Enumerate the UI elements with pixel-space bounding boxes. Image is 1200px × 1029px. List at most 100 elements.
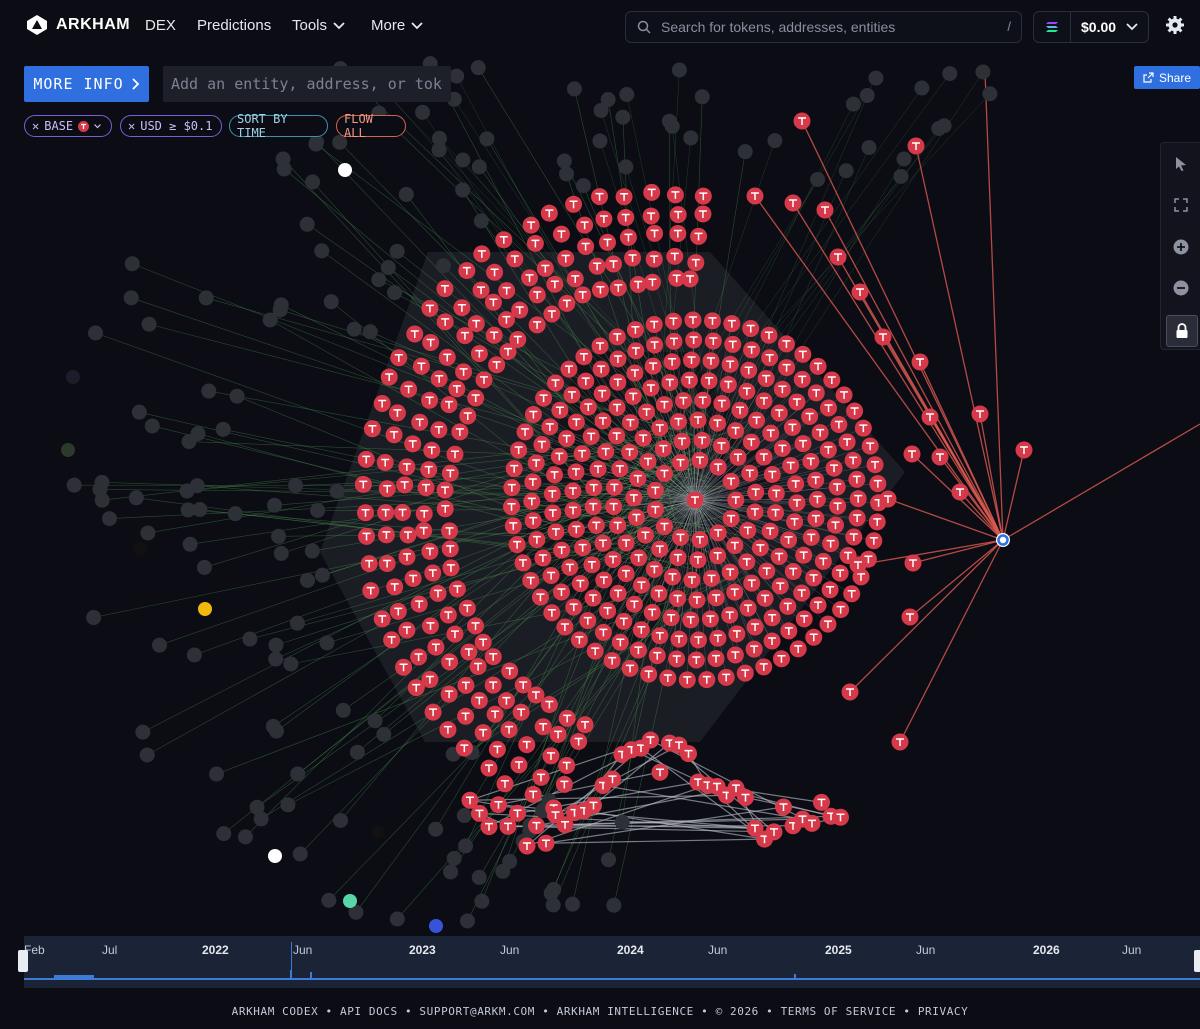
tesla-token-node[interactable] (588, 257, 606, 275)
footer-link-terms[interactable]: TERMS OF SERVICE (781, 1005, 897, 1018)
tesla-token-node[interactable] (522, 571, 540, 589)
tesla-token-node[interactable] (813, 793, 830, 811)
tesla-token-node[interactable] (453, 299, 471, 317)
tesla-token-node[interactable] (587, 516, 605, 534)
nav-dex[interactable]: DEX (145, 17, 176, 34)
tesla-token-node[interactable] (646, 336, 664, 354)
tesla-token-node[interactable] (388, 404, 406, 422)
exchange-hub-node[interactable] (996, 533, 1010, 547)
tesla-token-node[interactable] (666, 247, 684, 265)
tesla-token-node[interactable] (646, 481, 664, 499)
address-node[interactable] (859, 87, 875, 103)
tesla-token-node[interactable] (551, 401, 569, 419)
timeline-scrubber[interactable]: Feb Jul 2022 Jun 2023 Jun 2024 Jun 2025 … (18, 936, 1200, 988)
tesla-token-node[interactable] (567, 463, 585, 481)
tesla-token-node[interactable] (758, 562, 776, 580)
tesla-token-node[interactable] (472, 281, 490, 299)
tesla-token-node[interactable] (360, 555, 378, 573)
address-node[interactable] (182, 536, 198, 552)
tesla-token-node[interactable] (722, 472, 740, 490)
tesla-token-node[interactable] (427, 638, 445, 656)
tesla-token-node[interactable] (608, 328, 626, 346)
tesla-token-node[interactable] (780, 622, 798, 640)
address-node[interactable] (479, 131, 495, 147)
tesla-token-node[interactable] (700, 372, 718, 390)
tesla-token-node[interactable] (823, 371, 841, 389)
address-node[interactable] (242, 631, 258, 647)
tesla-token-node[interactable] (440, 396, 458, 414)
tesla-token-node[interactable] (436, 280, 454, 298)
tesla-token-node[interactable] (763, 609, 781, 627)
tesla-token-node[interactable] (552, 583, 570, 601)
tesla-token-node[interactable] (503, 498, 521, 516)
tesla-token-node[interactable] (584, 589, 602, 607)
tesla-token-node[interactable] (780, 531, 798, 549)
tesla-token-node[interactable] (608, 398, 626, 416)
address-node[interactable] (575, 178, 591, 194)
tesla-token-node[interactable] (819, 441, 837, 459)
tesla-token-node[interactable] (363, 420, 381, 438)
tesla-token-node[interactable] (480, 759, 498, 777)
tesla-token-node[interactable] (645, 250, 663, 268)
tesla-token-node[interactable] (831, 564, 849, 582)
tesla-token-node[interactable] (475, 371, 493, 389)
address-node[interactable] (139, 747, 155, 763)
tesla-token-node[interactable] (707, 589, 725, 607)
tesla-token-node[interactable] (415, 522, 433, 540)
tesla-token-node[interactable] (748, 411, 766, 429)
tesla-token-node[interactable] (573, 445, 591, 463)
tesla-token-node[interactable] (599, 602, 617, 620)
tesla-token-node[interactable] (469, 657, 487, 675)
address-node[interactable] (565, 896, 581, 912)
tesla-token-node[interactable] (650, 585, 668, 603)
address-node[interactable] (931, 121, 947, 136)
settings-button[interactable] (1165, 15, 1185, 40)
address-node[interactable] (546, 881, 562, 897)
address-node[interactable] (606, 897, 622, 913)
tesla-token-node[interactable] (542, 747, 560, 765)
tesla-token-node[interactable] (1015, 441, 1033, 459)
tesla-token-node[interactable] (470, 345, 488, 363)
address-node[interactable] (329, 483, 345, 499)
tesla-token-node[interactable] (451, 423, 469, 441)
tesla-token-node[interactable] (743, 341, 761, 359)
address-node[interactable] (101, 511, 117, 527)
tesla-token-node[interactable] (793, 584, 811, 602)
tesla-token-node[interactable] (723, 315, 741, 333)
address-node[interactable] (86, 610, 102, 626)
share-button[interactable]: Share (1134, 66, 1200, 89)
tesla-token-node[interactable] (593, 385, 611, 403)
tesla-token-node[interactable] (921, 408, 939, 426)
tesla-token-node[interactable] (357, 504, 375, 522)
footer-link-codex[interactable]: ARKHAM CODEX (232, 1005, 319, 1018)
tesla-token-node[interactable] (783, 418, 801, 436)
tesla-token-node[interactable] (807, 510, 825, 528)
fit-view-button[interactable] (1170, 194, 1192, 216)
tesla-token-node[interactable] (617, 534, 635, 552)
tesla-token-node[interactable] (422, 617, 440, 635)
tesla-token-node[interactable] (625, 489, 643, 507)
tesla-token-node[interactable] (713, 437, 731, 455)
tesla-token-node[interactable] (680, 745, 697, 763)
tesla-token-node[interactable] (458, 599, 476, 617)
address-node[interactable] (914, 80, 930, 96)
tesla-token-node[interactable] (779, 597, 797, 615)
tesla-token-node[interactable] (807, 384, 825, 402)
tesla-token-node[interactable] (809, 357, 827, 375)
filter-chip-sort[interactable]: SORT BY TIME (229, 112, 328, 140)
tesla-token-node[interactable] (467, 315, 485, 333)
more-info-button[interactable]: MORE INFO (24, 66, 149, 102)
address-node[interactable] (449, 68, 465, 84)
tesla-token-node[interactable] (931, 448, 949, 466)
tesla-token-node[interactable] (629, 641, 647, 659)
tesla-token-node[interactable] (691, 451, 709, 469)
tesla-token-node[interactable] (510, 756, 528, 774)
tesla-token-node[interactable] (514, 676, 532, 694)
entity-logo-node[interactable] (268, 849, 282, 863)
tesla-token-node[interactable] (809, 596, 827, 614)
address-node[interactable] (619, 87, 635, 103)
chain-selector[interactable] (1034, 12, 1071, 42)
tesla-token-node[interactable] (682, 611, 700, 629)
tesla-token-node[interactable] (398, 621, 416, 639)
binance-logo-node[interactable] (198, 602, 212, 616)
